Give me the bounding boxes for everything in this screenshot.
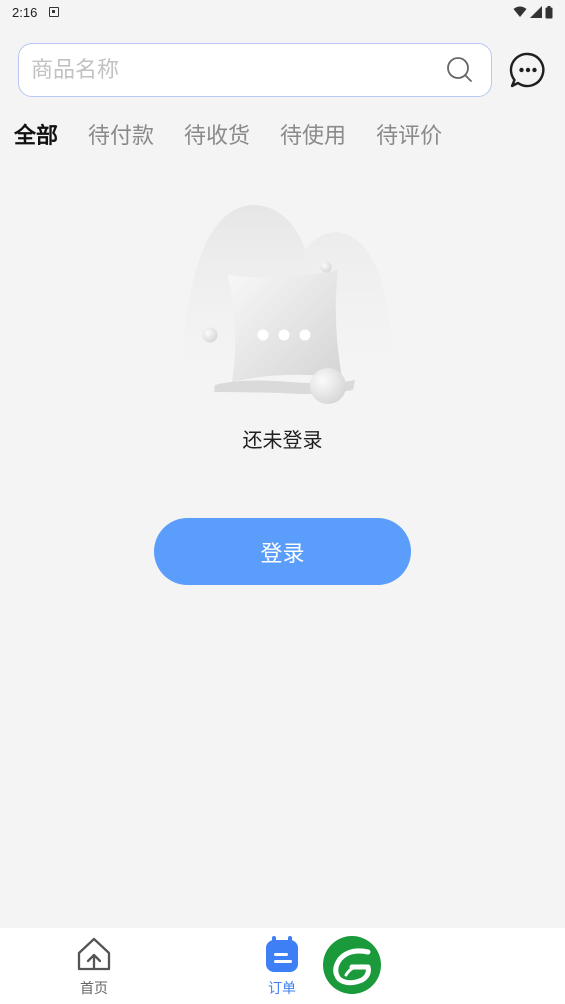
tab-pending-receipt[interactable]: 待收货 xyxy=(184,118,250,150)
bottom-navigation: 首页 订单 xyxy=(0,928,565,1004)
order-icon xyxy=(266,936,298,972)
tab-pending-receipt-label: 待收货 xyxy=(184,124,251,149)
notification-icon xyxy=(49,7,60,17)
status-time: 2:16 xyxy=(12,4,38,20)
nav-item-orders[interactable]: 订单 xyxy=(258,928,306,1004)
tab-pending-review-label: 待评价 xyxy=(376,124,443,149)
empty-state-illustration xyxy=(180,205,392,404)
message-icon[interactable] xyxy=(509,51,547,89)
nav-orders-label: 订单 xyxy=(268,981,296,997)
search-bar xyxy=(18,43,492,97)
tab-all[interactable]: 全部 xyxy=(14,118,59,150)
status-bar: 2:16 xyxy=(0,0,565,24)
nav-home-label: 首页 xyxy=(80,981,108,997)
tab-pending-review[interactable]: 待评价 xyxy=(376,118,442,150)
empty-state-message: 还未登录 xyxy=(242,428,323,452)
orders-screen: 2:16 全部 xyxy=(0,0,565,1004)
tab-pending-use[interactable]: 待使用 xyxy=(280,118,346,150)
login-button[interactable]: 登录 xyxy=(154,518,411,585)
nav-item-home[interactable]: 首页 xyxy=(70,928,118,1004)
order-status-tabs: 全部 待付款 待收货 待使用 待评价 xyxy=(14,114,442,154)
status-indicators xyxy=(513,5,553,19)
leaf-logo-icon[interactable] xyxy=(322,935,382,995)
search-input[interactable] xyxy=(31,57,445,83)
wifi-icon xyxy=(513,6,527,17)
signal-icon xyxy=(530,6,542,18)
tab-pending-payment[interactable]: 待付款 xyxy=(88,118,154,150)
battery-icon xyxy=(545,5,553,18)
tab-pending-use-label: 待使用 xyxy=(280,124,347,149)
tab-pending-payment-label: 待付款 xyxy=(88,124,155,149)
search-icon[interactable] xyxy=(445,55,475,85)
tab-all-label: 全部 xyxy=(14,124,59,149)
home-icon xyxy=(77,937,111,971)
